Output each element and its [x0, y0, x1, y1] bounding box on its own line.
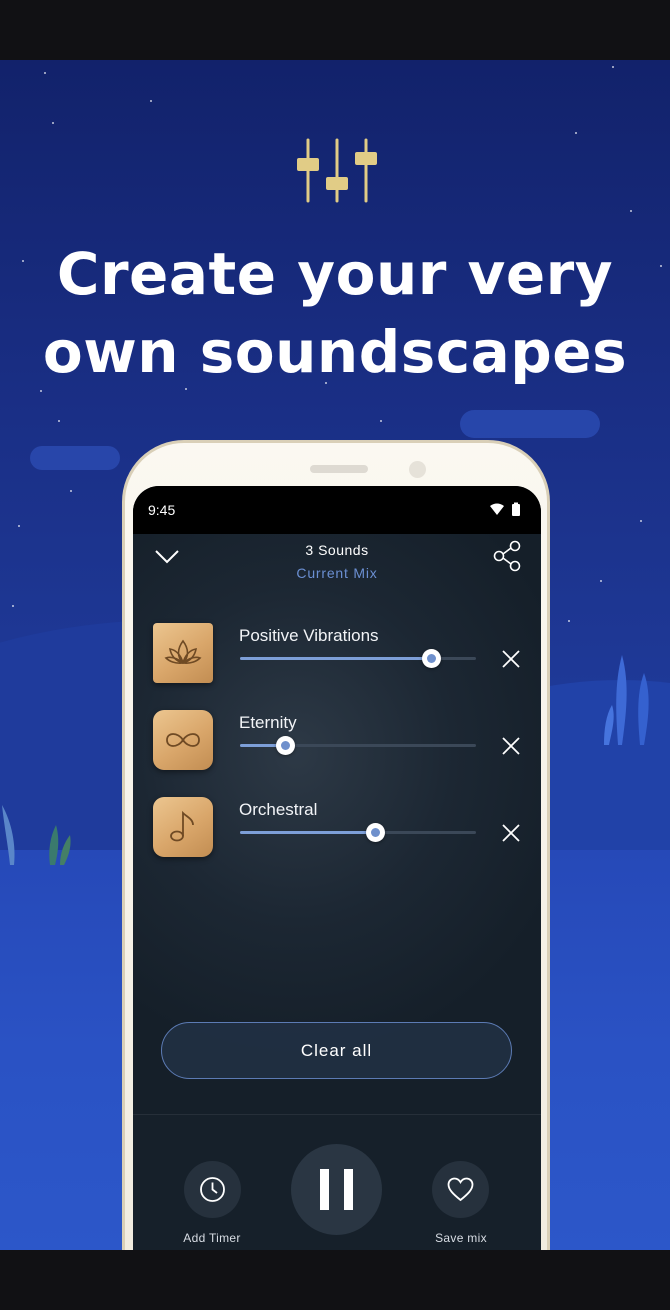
status-time: 9:45: [148, 502, 176, 518]
top-letterbox: [0, 0, 670, 60]
pause-button[interactable]: [291, 1144, 382, 1235]
close-icon[interactable]: [501, 736, 521, 756]
pause-icon: [320, 1169, 353, 1210]
volume-thumb[interactable]: [422, 649, 441, 668]
bottom-letterbox: [0, 1250, 670, 1310]
add-timer-label: Add Timer: [183, 1231, 241, 1245]
sound-tile[interactable]: [153, 797, 213, 857]
volume-thumb[interactable]: [276, 736, 295, 755]
status-icons: [490, 502, 520, 516]
sound-name: Positive Vibrations: [239, 626, 379, 645]
share-icon[interactable]: [493, 540, 523, 572]
volume-slider[interactable]: [240, 736, 476, 755]
volume-fill: [240, 657, 431, 660]
sound-name: Orchestral: [239, 800, 318, 819]
phone-screen: 9:45 3 Sounds Current Mix Positive Vibra…: [133, 486, 541, 1250]
volume-slider[interactable]: [240, 649, 476, 668]
music-note-icon: [170, 810, 194, 842]
heart-icon: [447, 1177, 474, 1202]
sound-tile[interactable]: [153, 710, 213, 770]
phone-speaker: [310, 465, 368, 473]
plant-right-icon: [604, 655, 649, 745]
lotus-icon: [164, 639, 202, 665]
wifi-icon: [490, 503, 504, 515]
headline: Create your very own soundscapes: [0, 235, 670, 391]
sound-row: Positive Vibrations: [133, 620, 541, 690]
battery-icon: [512, 504, 520, 516]
status-bar: 9:45: [133, 486, 541, 534]
mix-header: 3 Sounds Current Mix: [133, 534, 541, 596]
close-icon[interactable]: [501, 823, 521, 843]
sound-tile[interactable]: [153, 623, 213, 683]
save-mix-button[interactable]: [432, 1161, 489, 1218]
phone-camera: [409, 461, 426, 478]
close-icon[interactable]: [501, 649, 521, 669]
mix-subtitle: Current Mix: [296, 565, 378, 581]
clock-icon: [200, 1177, 225, 1202]
volume-slider[interactable]: [240, 823, 476, 842]
sound-row: Orchestral: [133, 794, 541, 864]
volume-fill: [240, 831, 375, 834]
infinity-icon: [166, 733, 200, 747]
headline-line-2: own soundscapes: [42, 318, 628, 386]
playback-controls: Add Timer Save mix: [133, 1114, 541, 1250]
clear-all-button[interactable]: Clear all: [161, 1022, 512, 1079]
volume-thumb[interactable]: [366, 823, 385, 842]
sound-name: Eternity: [239, 713, 297, 732]
sound-row: Eternity: [133, 707, 541, 777]
save-mix-label: Save mix: [435, 1231, 487, 1245]
mixer-sliders-icon: [297, 138, 377, 203]
plant-left-icon: [2, 805, 71, 865]
mix-title: 3 Sounds: [305, 542, 369, 558]
add-timer-button[interactable]: [184, 1161, 241, 1218]
headline-line-1: Create your very: [56, 240, 614, 308]
